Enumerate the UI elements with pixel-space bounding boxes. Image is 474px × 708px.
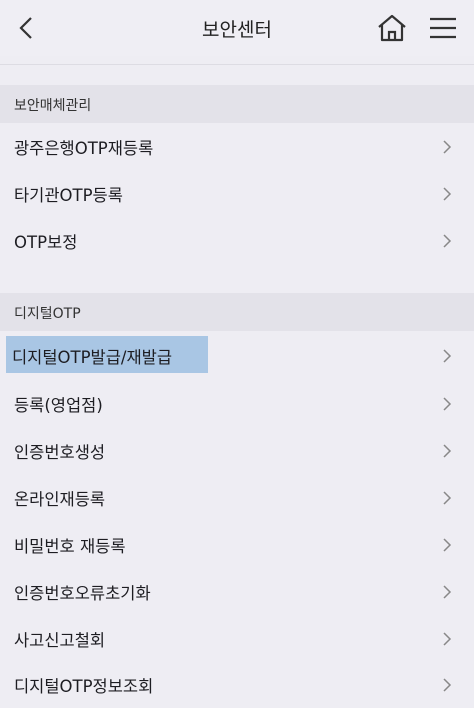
menu-item-label: 온라인재등록 <box>14 490 106 509</box>
section-title: 디지털OTP <box>14 306 81 322</box>
menu-item-label: 등록(영업점) <box>14 396 103 415</box>
menu-item-kjbank-otp-reregister[interactable]: 광주은행OTP재등록 <box>0 123 474 170</box>
chevron-right-icon <box>443 187 452 201</box>
chevron-right-icon <box>443 491 452 505</box>
section-header-security-media: 보안매체관리 <box>0 85 474 123</box>
chevron-right-icon <box>443 538 452 552</box>
chevron-right-icon <box>443 632 452 646</box>
hamburger-menu-icon <box>430 17 456 39</box>
menu-item-register-branch[interactable]: 등록(영업점) <box>0 380 474 427</box>
menu-item-label: 디지털OTP발급/재발급 <box>12 348 173 367</box>
header-divider <box>0 64 474 65</box>
app-header: 보안센터 <box>0 0 474 56</box>
chevron-right-icon <box>443 397 452 411</box>
menu-item-other-otp-register[interactable]: 타기관OTP등록 <box>0 170 474 217</box>
menu-item-auth-code-generate[interactable]: 인증번호생성 <box>0 427 474 474</box>
chevron-right-icon <box>443 585 452 599</box>
chevron-right-icon <box>443 444 452 458</box>
section-header-digital-otp: 디지털OTP <box>0 293 474 331</box>
menu-item-otp-correction[interactable]: OTP보정 <box>0 217 474 264</box>
menu-item-label: OTP보정 <box>14 233 78 252</box>
chevron-right-icon <box>443 140 452 154</box>
menu-item-digital-otp-issue[interactable]: 디지털OTP발급/재발급 <box>0 332 474 379</box>
menu-item-label: 인증번호생성 <box>14 443 106 462</box>
chevron-right-icon <box>443 234 452 248</box>
menu-item-digital-otp-info[interactable]: 디지털OTP정보조회 <box>0 661 474 708</box>
chevron-right-icon <box>443 349 452 363</box>
home-icon <box>378 14 406 42</box>
menu-item-auth-error-reset[interactable]: 인증번호오류초기화 <box>0 568 474 615</box>
chevron-right-icon <box>443 678 452 692</box>
home-button[interactable] <box>376 13 408 43</box>
menu-item-label: 광주은행OTP재등록 <box>14 139 154 158</box>
section-title: 보안매체관리 <box>14 98 92 114</box>
menu-item-label: 디지털OTP정보조회 <box>14 677 154 696</box>
menu-item-label: 인증번호오류초기화 <box>14 584 151 603</box>
menu-item-label: 비밀번호 재등록 <box>14 537 126 556</box>
menu-item-label: 사고신고철회 <box>14 631 106 650</box>
menu-button[interactable] <box>428 15 458 41</box>
menu-item-password-reregister[interactable]: 비밀번호 재등록 <box>0 521 474 568</box>
menu-item-accident-report-withdraw[interactable]: 사고신고철회 <box>0 615 474 662</box>
menu-item-online-reregister[interactable]: 온라인재등록 <box>0 474 474 521</box>
menu-item-label: 타기관OTP등록 <box>14 186 123 205</box>
